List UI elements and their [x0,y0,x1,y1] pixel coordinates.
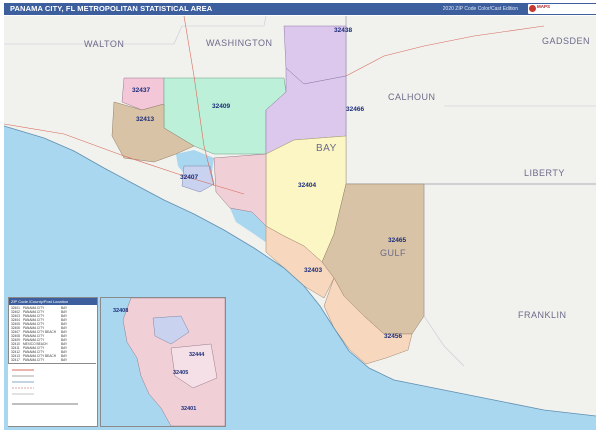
brand-label: MAPS [537,4,551,9]
inset-zip-label: 32405 [173,370,188,376]
inset-canvas: 32444 32405 32401 32408 [101,298,225,426]
zip-label: 32456 [384,333,402,340]
legend-county: BAY [61,358,68,362]
zip-label: 32403 [304,267,322,274]
county-label: WASHINGTON [206,38,273,48]
inset-zip-label: 32401 [181,406,196,412]
legend-zip: 32417 [11,358,20,362]
inset-zip-label: 32444 [189,352,205,358]
county-label: CALHOUN [388,92,436,102]
title-bar: PANAMA CITY, FL METROPOLITAN STATISTICAL… [4,3,598,15]
map-key [8,363,96,426]
zip-label: 32407 [180,174,198,181]
inset-zip-label: 32408 [113,308,128,314]
county-label: GADSDEN [542,36,590,46]
map-title: PANAMA CITY, FL METROPOLITAN STATISTICAL… [10,4,213,13]
zip-label: 32465 [388,237,406,244]
legend-header: ZIP Code /County/Post Location [9,298,97,305]
zip-label: 32437 [132,87,150,94]
key-canvas [12,369,78,405]
globe-icon [529,5,536,12]
county-label: FRANKLIN [518,310,567,320]
zip-label: 32438 [334,27,352,34]
edition-label: 2020 ZIP Code Color/Cast Edition [442,6,518,12]
legend-city: PANAMA CITY [23,358,45,362]
county-label: WALTON [84,39,124,49]
county-label: BAY [316,143,337,154]
map-frame: PANAMA CITY, FL METROPOLITAN STATISTICAL… [0,0,600,434]
legend-row: 32417 PANAMA CITY BAY [11,358,71,362]
county-label: GULF [380,248,406,258]
zip-label: 32413 [136,116,154,123]
brand-logo: MAPS [528,4,598,14]
zip-label: 32404 [298,182,316,189]
zip-label: 32466 [346,106,364,113]
inset-map[interactable]: 32444 32405 32401 32408 [100,297,226,427]
county-label: LIBERTY [524,168,565,178]
zip-label: 32409 [212,103,230,110]
